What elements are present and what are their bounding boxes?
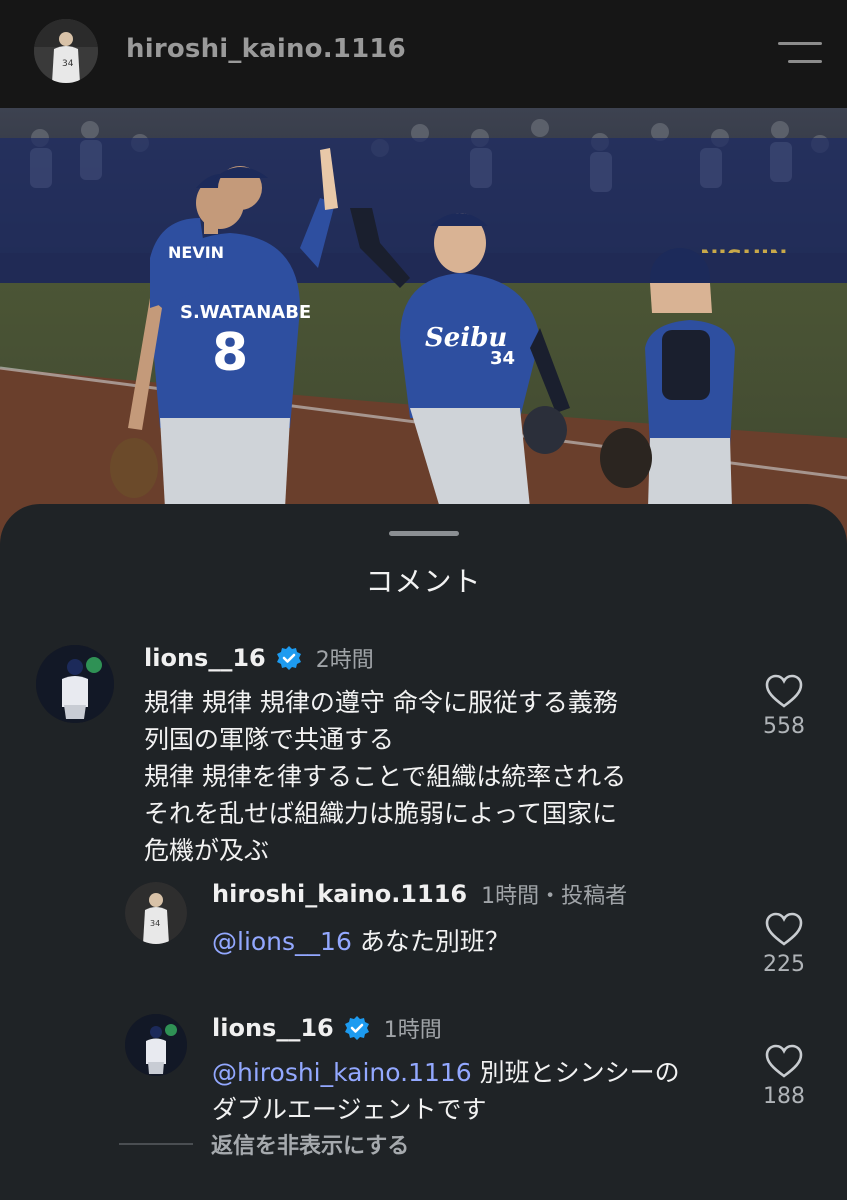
author-username[interactable]: hiroshi_kaino.1116 xyxy=(126,34,406,64)
comments-sheet: コメント lions__16 2時間 規律 規律 規律の遵守 命令に服従する義務… xyxy=(0,504,847,1200)
comment-time: 2時間 xyxy=(315,648,374,673)
heart-icon[interactable] xyxy=(765,912,803,946)
hide-replies-button[interactable]: 返信を非表示にする xyxy=(119,1128,409,1160)
reply-time: 1時間・投稿者 xyxy=(481,884,628,909)
jersey-front-number: 34 xyxy=(490,348,515,369)
reply-avatar[interactable] xyxy=(125,1014,187,1076)
jersey-number: 8 xyxy=(212,323,248,383)
like-count: 225 xyxy=(763,952,805,977)
like-button[interactable]: 225 xyxy=(749,912,819,977)
reply-username[interactable]: hiroshi_kaino.1116 xyxy=(212,880,467,908)
like-count: 188 xyxy=(763,1084,805,1109)
reply-text: @lions__16 あなた別班？ xyxy=(212,927,510,956)
reply-avatar[interactable]: 34 xyxy=(125,882,187,944)
like-button[interactable]: 188 xyxy=(749,1044,819,1109)
reply-header: lions__16 1時間 xyxy=(212,1012,442,1044)
heart-icon[interactable] xyxy=(765,674,803,708)
comment-avatar[interactable] xyxy=(36,645,114,723)
svg-text:34: 34 xyxy=(150,919,160,928)
comment-header: lions__16 2時間 xyxy=(144,642,374,674)
sheet-title: コメント xyxy=(365,565,482,598)
hide-replies-label[interactable]: 返信を非表示にする xyxy=(211,1128,409,1160)
like-count: 558 xyxy=(763,714,805,739)
comment-username[interactable]: lions__16 xyxy=(144,644,266,672)
like-button[interactable]: 558 xyxy=(749,674,819,739)
menu-icon[interactable] xyxy=(774,38,822,68)
sheet-grabber[interactable] xyxy=(389,531,459,536)
svg-text:34: 34 xyxy=(62,59,74,69)
reply-text: @hiroshi_kaino.1116 別班とシンシーの ダブルエージェントです xyxy=(212,1058,680,1124)
comment-text: 規律 規律 規律の遵守 命令に服従する義務 列国の軍隊で共通する 規律 規律を律… xyxy=(144,688,627,865)
jersey-name: S.WATANABE xyxy=(180,302,311,323)
post-detail-screen: 34 hiroshi_kaino.1116 S.WATANABE 8 NEVIN… xyxy=(0,0,847,1200)
mention-link[interactable]: @lions__16 xyxy=(212,927,352,956)
verified-badge-icon xyxy=(344,1015,370,1041)
reply-username[interactable]: lions__16 xyxy=(212,1014,334,1042)
verified-badge-icon xyxy=(276,645,302,671)
reply-time: 1時間 xyxy=(383,1018,442,1043)
post-photo[interactable]: NISHIN S.WATANABE 8 xyxy=(0,108,847,548)
reply-header: hiroshi_kaino.1116 1時間・投稿者 xyxy=(212,878,627,910)
heart-icon[interactable] xyxy=(765,1044,803,1078)
post-header: 34 hiroshi_kaino.1116 xyxy=(0,0,847,108)
divider-line xyxy=(119,1143,193,1145)
mention-link[interactable]: @hiroshi_kaino.1116 xyxy=(212,1058,472,1087)
jersey-name-2: NEVIN xyxy=(168,243,224,262)
author-avatar[interactable]: 34 xyxy=(34,19,98,83)
